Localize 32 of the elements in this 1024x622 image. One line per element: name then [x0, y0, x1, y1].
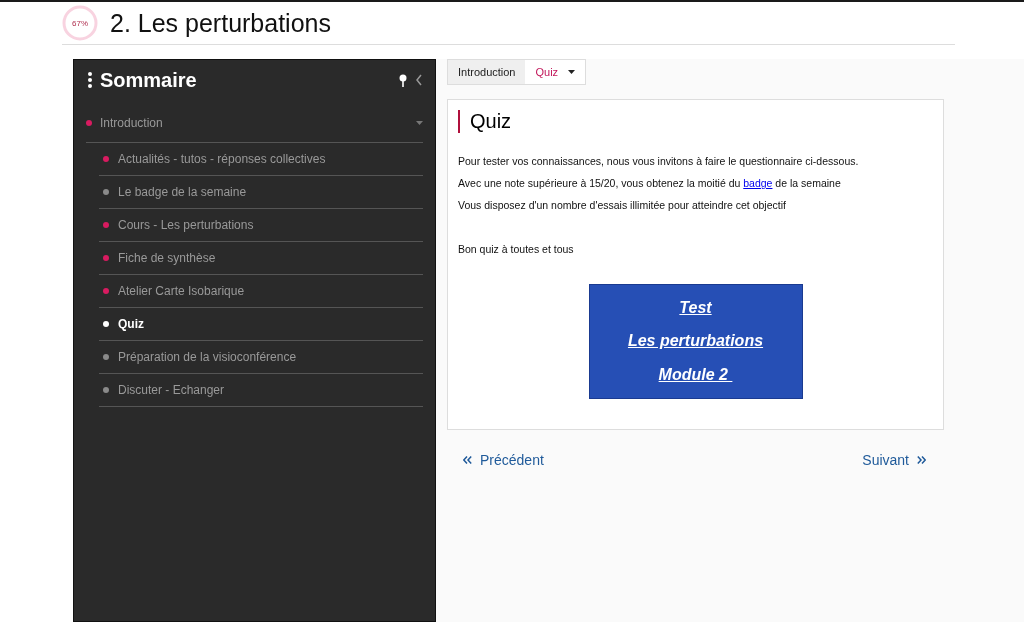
sidebar-item[interactable]: Préparation de la visioconférence: [99, 341, 423, 374]
kebab-menu-icon[interactable]: [88, 72, 92, 88]
double-chevron-right-icon: [917, 456, 926, 464]
section-label: Introduction: [100, 116, 164, 130]
content-title: Quiz: [458, 110, 933, 133]
paragraph: Avec une note supérieure à 15/20, vous obtenez la moitié du badge de la semaine: [458, 177, 842, 190]
sidebar-item[interactable]: Actualités - tutos - réponses collectives: [99, 143, 423, 176]
badge-link[interactable]: badge: [743, 177, 773, 189]
sidebar-item[interactable]: Le badge de la semaine: [99, 176, 423, 209]
quiz-link[interactable]: Test: [679, 298, 712, 317]
breadcrumb-item[interactable]: Introduction: [448, 60, 526, 84]
collapse-chevron-icon[interactable]: [415, 74, 423, 86]
quiz-link[interactable]: Les perturbations: [627, 332, 764, 351]
sidebar-item[interactable]: Cours - Les perturbations: [99, 209, 423, 242]
previous-link[interactable]: Précédent: [463, 452, 544, 468]
sidebar-title: Sommaire: [100, 68, 198, 92]
page-title: 2. Les perturbations: [110, 8, 331, 38]
double-chevron-left-icon: [463, 456, 472, 464]
progress-percent: 67%: [72, 18, 88, 28]
pin-icon[interactable]: [399, 73, 407, 87]
paragraph: Pour tester vos connaissances, nous vous invitons à faire le questionnaire ci-dessous.: [458, 155, 860, 168]
quiz-link[interactable]: Module 2: [658, 366, 733, 385]
sidebar-item[interactable]: Discuter - Echanger: [99, 374, 423, 407]
sidebar-item[interactable]: Atelier Carte Isobarique: [99, 275, 423, 308]
sidebar-item[interactable]: Quiz: [99, 308, 423, 341]
paragraph: Bon quiz à toutes et tous: [458, 243, 575, 256]
paragraph: Vous disposez d'un nombre d'essais illimitée pour atteindre cet objectif: [458, 199, 787, 212]
dropdown-caret-icon: [568, 70, 576, 74]
progress-ring: [62, 5, 98, 41]
sidebar-item[interactable]: Fiche de synthèse: [99, 242, 423, 275]
sidebar-section[interactable]: Introduction: [86, 100, 423, 143]
next-link[interactable]: Suivant: [862, 452, 926, 468]
